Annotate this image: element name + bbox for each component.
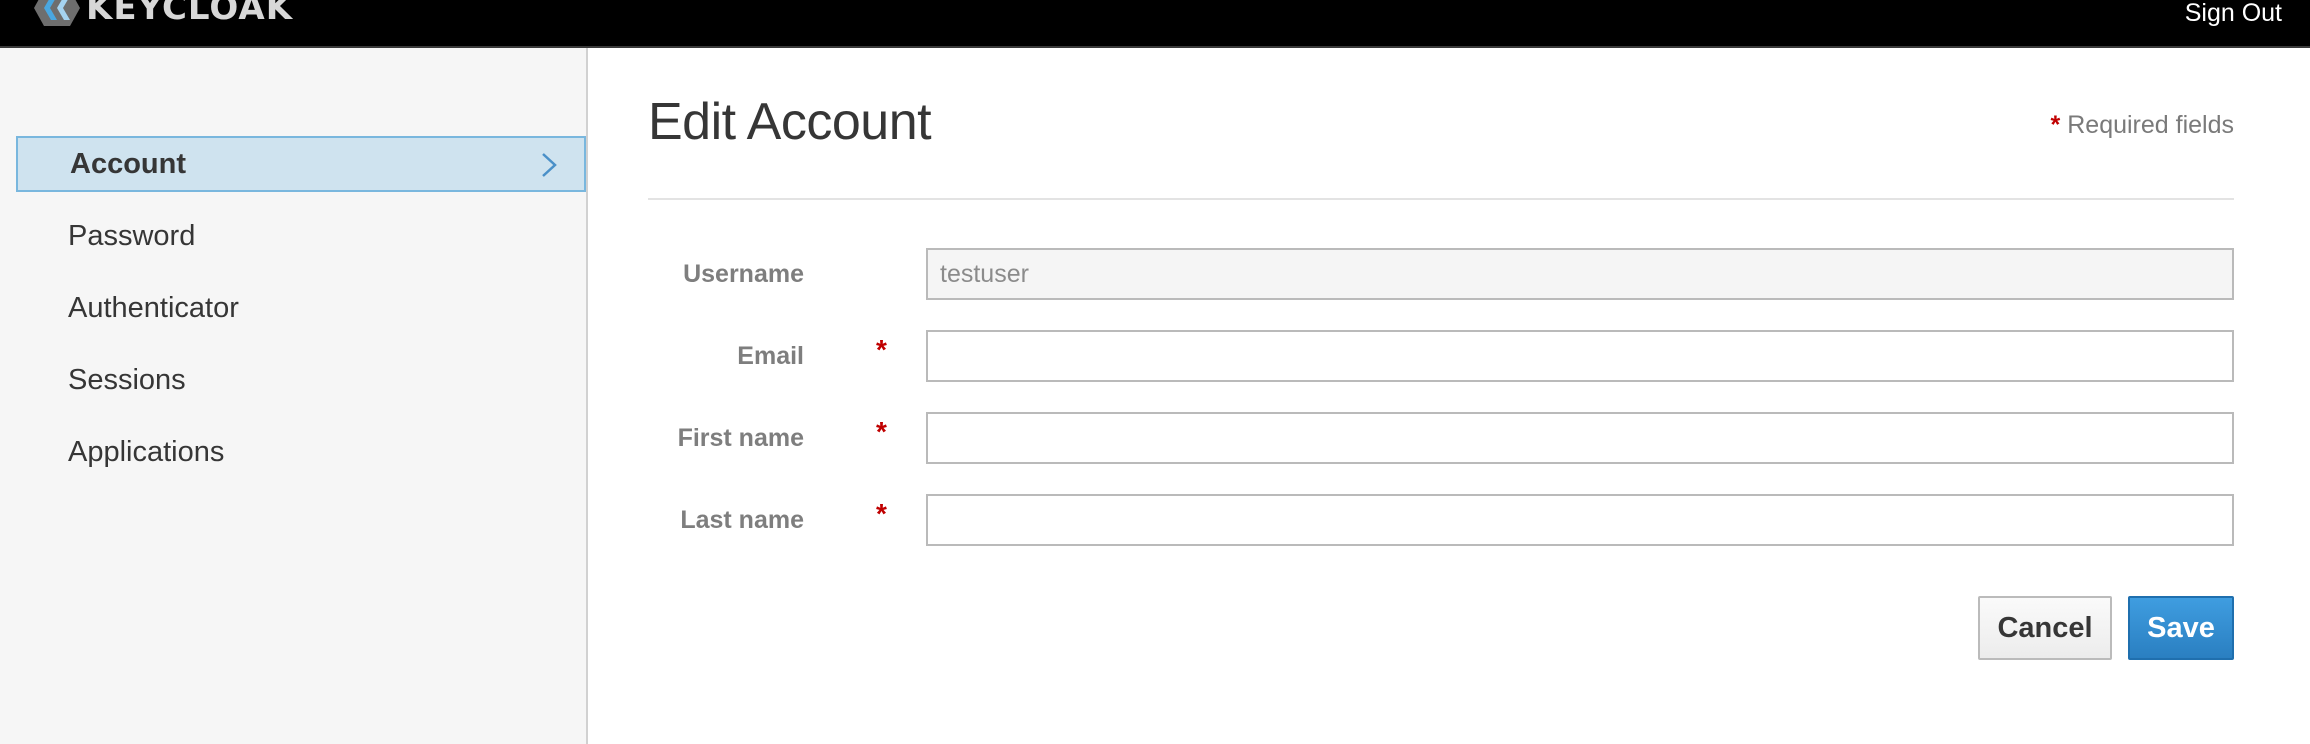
email-field[interactable] [926, 330, 2234, 382]
page: KEYCLOAK Sign Out Account Password Authe… [0, 0, 2310, 744]
brand-name: KEYCLOAK [86, 0, 294, 28]
header-divider [648, 198, 2234, 200]
last-name-label: Last name [680, 506, 804, 534]
email-row: Email * [648, 330, 2234, 382]
first-name-field[interactable] [926, 412, 2234, 464]
email-label: Email [737, 342, 804, 370]
username-field[interactable] [926, 248, 2234, 300]
save-button[interactable]: Save [2128, 596, 2234, 660]
username-label: Username [683, 260, 804, 288]
sidebar: Account Password Authenticator Sessions … [0, 48, 588, 744]
username-row: Username [648, 248, 2234, 300]
sidebar-item-label: Applications [68, 436, 225, 468]
first-name-row: First name * [648, 412, 2234, 464]
cancel-button[interactable]: Cancel [1978, 596, 2112, 660]
keycloak-logo[interactable]: KEYCLOAK [30, 0, 293, 30]
chevron-right-icon [542, 153, 557, 177]
last-name-row: Last name * [648, 494, 2234, 546]
required-star: * [2050, 111, 2061, 139]
sidebar-item-account[interactable]: Account [16, 136, 586, 192]
required-star: * [876, 498, 887, 529]
sidebar-nav: Account Password Authenticator Sessions … [16, 136, 586, 496]
top-header: KEYCLOAK Sign Out [0, 0, 2310, 48]
sidebar-item-label: Account [70, 148, 186, 180]
last-name-field[interactable] [926, 494, 2234, 546]
sign-out-link[interactable]: Sign Out [2185, 0, 2282, 26]
sidebar-item-label: Password [68, 220, 196, 252]
sidebar-item-label: Sessions [68, 364, 186, 396]
keycloak-logo-icon [34, 0, 80, 26]
required-fields-note: * Required fields [2051, 110, 2234, 140]
sidebar-item-applications[interactable]: Applications [16, 424, 586, 480]
required-star: * [876, 416, 887, 447]
sidebar-item-sessions[interactable]: Sessions [16, 352, 586, 408]
sidebar-item-label: Authenticator [68, 292, 239, 324]
first-name-label: First name [677, 424, 804, 452]
sidebar-item-authenticator[interactable]: Authenticator [16, 280, 586, 336]
page-title: Edit Account [648, 93, 932, 151]
sidebar-item-password[interactable]: Password [16, 208, 586, 264]
required-star: * [876, 334, 887, 365]
required-fields-text: Required fields [2067, 111, 2234, 139]
